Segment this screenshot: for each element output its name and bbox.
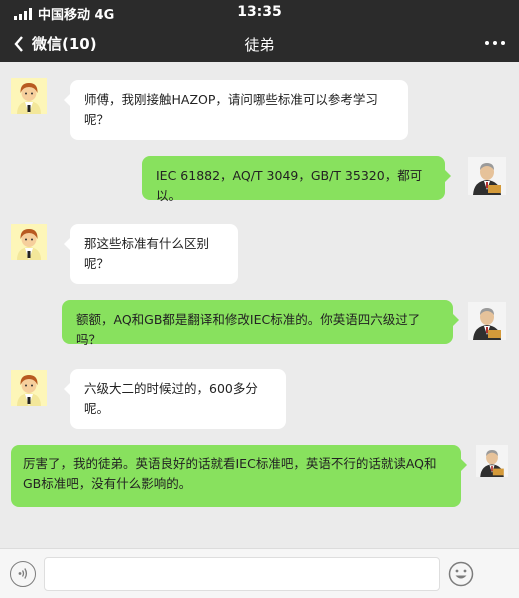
master-avatar[interactable] — [476, 445, 508, 477]
more-dots-icon[interactable] — [485, 41, 505, 45]
voice-icon[interactable] — [10, 561, 36, 587]
chat-header: 微信(10) 徒弟 — [0, 24, 519, 62]
message-bubble[interactable]: 六级大二的时候过的，600多分呢。 — [64, 369, 286, 429]
apprentice-avatar[interactable] — [11, 224, 47, 260]
message-bubble[interactable]: IEC 61882，AQ/T 3049，GB/T 35320，都可以。 — [142, 156, 451, 203]
chat-area[interactable]: 师傅，我刚接触HAZOP，请问哪些标准可以参考学习呢？ IEC 61882，AQ… — [0, 62, 519, 548]
chat-title: 徒弟 — [244, 36, 275, 54]
master-avatar[interactable] — [468, 302, 506, 340]
apprentice-avatar[interactable] — [11, 370, 47, 406]
message-bubble[interactable]: 厉害了，我的徒弟。英语良好的话就看IEC标准吧，英语不行的话就读AQ和GB标准吧… — [11, 445, 467, 507]
apprentice-avatar[interactable] — [11, 78, 47, 114]
master-avatar[interactable] — [468, 157, 506, 195]
message-bubble[interactable]: 师傅，我刚接触HAZOP，请问哪些标准可以参考学习呢？ — [64, 80, 408, 140]
input-bar — [0, 548, 519, 598]
message-input[interactable] — [44, 557, 440, 591]
status-bar: 中国移动 4G 13:35 — [0, 0, 519, 24]
message-bubble[interactable]: 额额，AQ和GB都是翻译和修改IEC标准的。你英语四六级过了吗？ — [62, 300, 459, 347]
message-bubble[interactable]: 那这些标准有什么区别呢？ — [64, 224, 238, 284]
status-clock: 13:35 — [237, 4, 282, 20]
emoji-icon[interactable] — [448, 561, 474, 587]
